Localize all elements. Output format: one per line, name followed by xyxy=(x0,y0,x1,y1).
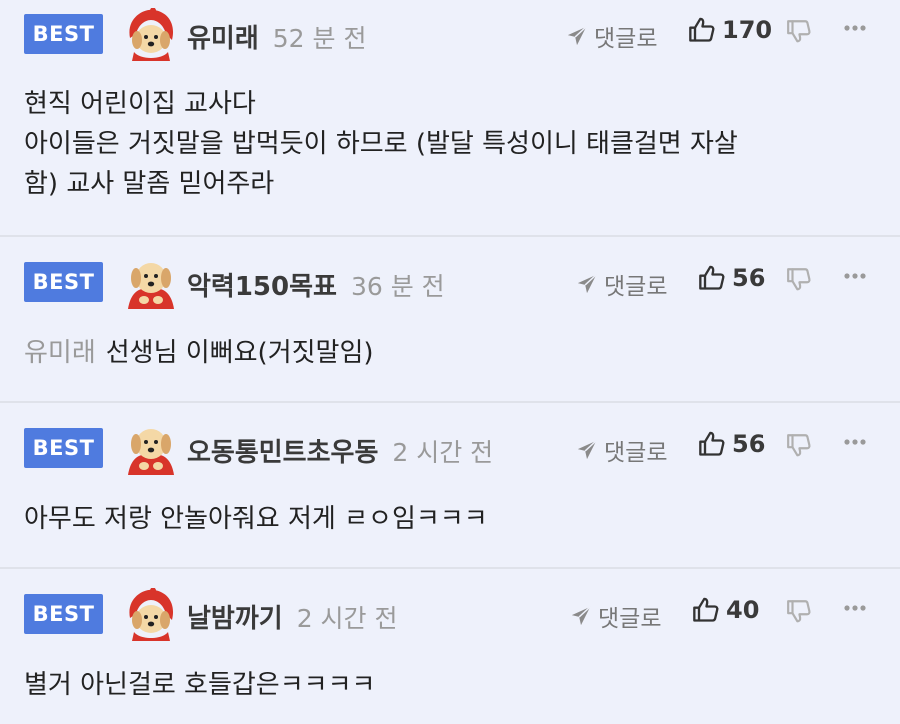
reply-button[interactable]: 댓글로 xyxy=(576,433,667,467)
best-badge: BEST xyxy=(24,594,103,634)
avatar[interactable] xyxy=(122,256,180,310)
comment-line: 함) 교사 말좀 믿어주라 xyxy=(24,169,275,199)
like-count: 56 xyxy=(732,264,766,292)
thumbs-down-icon[interactable] xyxy=(786,18,812,44)
comment-line: 별거 아닌걸로 호들갑은ㅋㅋㅋㅋ xyxy=(24,670,376,700)
author-line: 날밤까기 2 시간 전 xyxy=(187,598,398,635)
avatar[interactable] xyxy=(122,422,180,476)
more-options-icon[interactable] xyxy=(843,438,867,446)
send-icon xyxy=(566,25,588,47)
send-icon xyxy=(576,439,598,461)
comment-body: 유미래 선생님 이뻐요(거짓말임) xyxy=(24,333,880,373)
comment-body: 별거 아닌걸로 호들갑은ㅋㅋㅋㅋ xyxy=(24,665,880,705)
comment-time: 2 시간 전 xyxy=(392,438,494,467)
reply-mention[interactable]: 유미래 xyxy=(24,338,96,368)
send-icon xyxy=(576,273,598,295)
reply-button[interactable]: 댓글로 xyxy=(570,599,661,633)
comment-time: 2 시간 전 xyxy=(296,604,398,633)
more-options-icon[interactable] xyxy=(843,272,867,280)
comment-header: BEST 유미래 52 분 전 댓글로 170 xyxy=(0,8,900,60)
reply-button[interactable]: 댓글로 xyxy=(576,267,667,301)
thumbs-down-icon[interactable] xyxy=(786,266,812,292)
comment-body: 현직 어린이집 교사다 아이들은 거짓말을 밥먹듯이 하므로 (발달 특성이니 … xyxy=(24,84,880,204)
author-line: 악력150목표 36 분 전 xyxy=(187,266,445,303)
comment-item: BEST 날밤까기 2 시간 전 댓글로 40 별거 아닌걸로 호들갑은ㅋㅋㅋㅋ xyxy=(0,569,900,724)
best-badge: BEST xyxy=(24,428,103,468)
best-badge: BEST xyxy=(24,14,103,54)
author-name[interactable]: 유미래 xyxy=(187,24,259,54)
thumbs-up-icon xyxy=(688,16,716,44)
comment-header: BEST 날밤까기 2 시간 전 댓글로 40 xyxy=(0,588,900,640)
comment-line: 현직 어린이집 교사다 xyxy=(24,89,256,119)
comment-line: 아이들은 거짓말을 밥먹듯이 하므로 (발달 특성이니 태클걸면 자살 xyxy=(24,129,738,159)
like-count: 170 xyxy=(722,16,773,44)
like-button[interactable]: 56 xyxy=(698,430,765,458)
thumbs-up-icon xyxy=(698,264,726,292)
comment-line: 아무도 저랑 안놀아줘요 저게 ㄹㅇ임ㅋㅋㅋ xyxy=(24,504,488,534)
author-name[interactable]: 날밤까기 xyxy=(187,604,283,634)
like-button[interactable]: 170 xyxy=(688,16,772,44)
like-count: 40 xyxy=(726,596,760,624)
comment-header: BEST 악력150목표 36 분 전 댓글로 56 xyxy=(0,256,900,308)
more-options-icon[interactable] xyxy=(843,24,867,32)
comment-time: 36 분 전 xyxy=(350,272,445,301)
author-name[interactable]: 오동통민트초우동 xyxy=(187,438,378,468)
more-options-icon[interactable] xyxy=(843,604,867,612)
thumbs-down-icon[interactable] xyxy=(786,432,812,458)
comment-time: 52 분 전 xyxy=(272,24,367,53)
reply-label: 댓글로 xyxy=(594,26,658,52)
comment-body: 아무도 저랑 안놀아줘요 저게 ㄹㅇ임ㅋㅋㅋ xyxy=(24,499,880,539)
comment-list: BEST 유미래 52 분 전 댓글로 170 현직 어린이집 교사다 아이들은 … xyxy=(0,0,900,724)
best-badge: BEST xyxy=(24,262,103,302)
comment-line: 선생님 이뻐요(거짓말임) xyxy=(105,338,374,368)
reply-label: 댓글로 xyxy=(598,606,662,632)
thumbs-down-icon[interactable] xyxy=(786,598,812,624)
reply-button[interactable]: 댓글로 xyxy=(566,19,657,53)
avatar[interactable] xyxy=(122,588,180,642)
send-icon xyxy=(570,605,592,627)
author-line: 오동통민트초우동 2 시간 전 xyxy=(187,432,493,469)
reply-label: 댓글로 xyxy=(604,440,668,466)
comment-item: BEST 유미래 52 분 전 댓글로 170 현직 어린이집 교사다 아이들은 … xyxy=(0,0,900,237)
like-button[interactable]: 56 xyxy=(698,264,765,292)
like-count: 56 xyxy=(732,430,766,458)
reply-label: 댓글로 xyxy=(604,274,668,300)
comment-header: BEST 오동통민트초우동 2 시간 전 댓글로 56 xyxy=(0,422,900,474)
comment-item: BEST 악력150목표 36 분 전 댓글로 56 유미래 선생님 이뻐요(거짓말… xyxy=(0,237,900,403)
author-line: 유미래 52 분 전 xyxy=(187,18,366,55)
thumbs-up-icon xyxy=(698,430,726,458)
thumbs-up-icon xyxy=(692,596,720,624)
comment-item: BEST 오동통민트초우동 2 시간 전 댓글로 56 아무도 저랑 안놀아줘요 … xyxy=(0,403,900,569)
like-button[interactable]: 40 xyxy=(692,596,759,624)
avatar[interactable] xyxy=(122,8,180,62)
author-name[interactable]: 악력150목표 xyxy=(187,272,337,302)
